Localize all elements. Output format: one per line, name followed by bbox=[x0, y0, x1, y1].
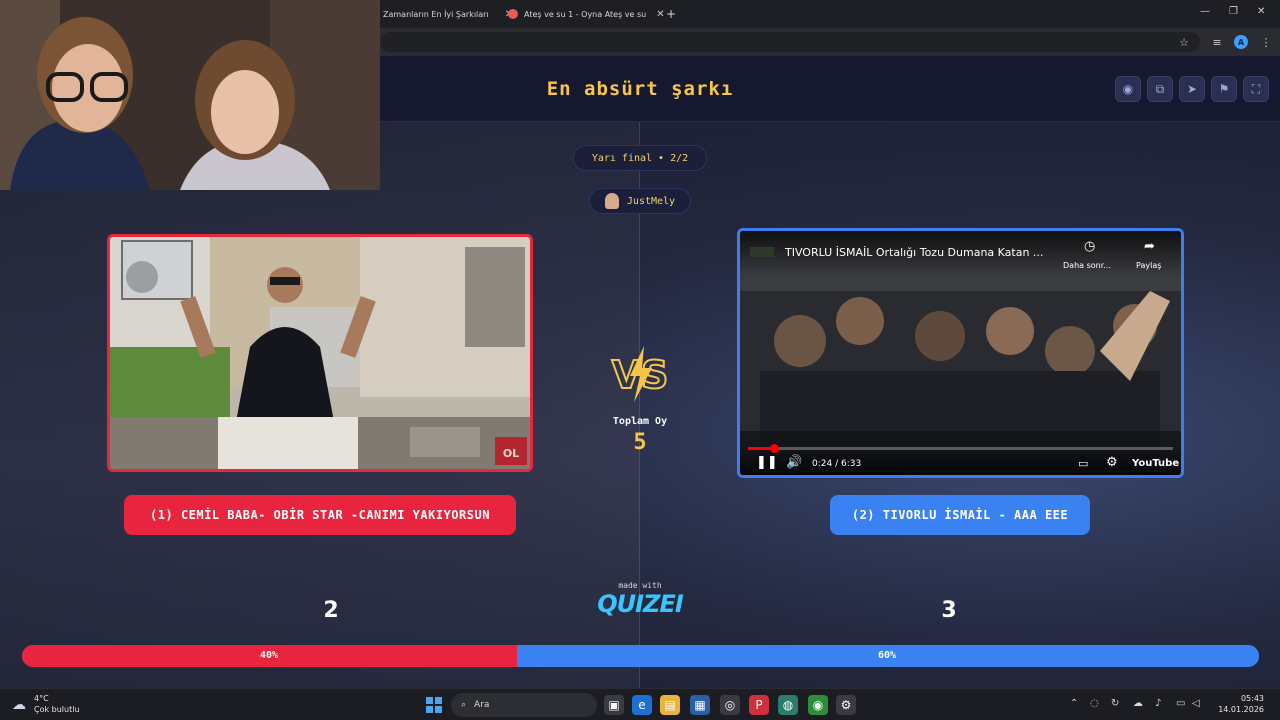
eye-icon[interactable]: ◉ bbox=[1115, 76, 1141, 102]
file-explorer-icon[interactable]: ▤ bbox=[660, 695, 680, 715]
progress-right-fill: 60% bbox=[517, 645, 1259, 667]
left-vote-count: 2 bbox=[323, 598, 339, 623]
tab-ates-ve-su[interactable]: Ateş ve su 1 - Oyna Ateş ve su ✕ bbox=[508, 4, 665, 24]
webcam-overlay bbox=[0, 0, 380, 190]
progress-left-label: 40% bbox=[260, 650, 279, 661]
tab-zamanlarin[interactable]: Zamanların En İyi Şarkıları ✕ bbox=[383, 4, 513, 24]
tab-favicon-icon bbox=[508, 9, 518, 19]
total-votes-value: 5 bbox=[633, 430, 647, 455]
choice-right-button[interactable]: (2) TIVORLU İSMAİL - AAA EEE bbox=[830, 495, 1090, 535]
lightning-vs-icon: VS bbox=[611, 346, 669, 402]
weather-temp[interactable]: 4°C bbox=[34, 694, 49, 703]
weather-cloud-icon[interactable]: ☁ bbox=[12, 697, 26, 713]
address-bar[interactable] bbox=[380, 32, 1200, 52]
youtube-player[interactable]: TIVORLU İSMAİL Ortalığı Tozu Dumana Kata… bbox=[737, 228, 1184, 478]
settings-gear-icon[interactable]: ⚙ bbox=[1106, 455, 1118, 470]
app-icon[interactable]: ◎ bbox=[720, 695, 740, 715]
task-view-icon[interactable]: ▣ bbox=[604, 695, 624, 715]
start-button[interactable] bbox=[426, 697, 442, 713]
tray-cloud-icon[interactable]: ☁ bbox=[1133, 698, 1143, 709]
window-close-icon[interactable]: ✕ bbox=[1257, 6, 1265, 17]
webcam-image bbox=[0, 0, 380, 190]
total-votes-label: Toplam Oy bbox=[612, 416, 668, 427]
seek-bar[interactable] bbox=[748, 444, 1173, 453]
made-with-label: made with bbox=[618, 581, 662, 590]
vote-progress-bar: 40% 60% bbox=[22, 645, 1259, 667]
store-icon[interactable]: ▦ bbox=[690, 695, 710, 715]
user-badge: JustMely bbox=[589, 188, 691, 214]
copy-icon[interactable]: ⧉ bbox=[1147, 76, 1173, 102]
bookmark-star-icon[interactable]: ☆ bbox=[1176, 34, 1192, 50]
menu-kebab-icon[interactable]: ⋮ bbox=[1258, 34, 1274, 50]
brand-logo[interactable]: QUIZEI bbox=[590, 590, 690, 618]
video-title[interactable]: TIVORLU İSMAİL Ortalığı Tozu Dumana Kata… bbox=[785, 246, 1043, 259]
channel-logo bbox=[750, 247, 774, 257]
flag-icon[interactable]: ⚑ bbox=[1211, 76, 1237, 102]
avatar bbox=[604, 193, 619, 209]
search-placeholder: Ara bbox=[474, 700, 490, 710]
tab-close-icon[interactable]: ✕ bbox=[656, 9, 664, 20]
clock-icon[interactable]: ◷ bbox=[1084, 239, 1095, 254]
tray-app-icon[interactable]: ◌ bbox=[1090, 698, 1099, 709]
right-vote-count: 3 bbox=[941, 598, 957, 623]
minimize-icon[interactable]: — bbox=[1200, 6, 1210, 17]
media-control-icon[interactable]: ≡ bbox=[1209, 34, 1225, 50]
progress-left-fill: 40% bbox=[22, 645, 517, 667]
clock-time[interactable]: 05:43 bbox=[1224, 694, 1264, 703]
left-watermark: OL bbox=[503, 447, 519, 460]
seek-handle[interactable] bbox=[770, 444, 779, 453]
network-icon[interactable]: ▭ bbox=[1176, 698, 1185, 709]
username: JustMely bbox=[626, 195, 676, 207]
vs-emblem: VS bbox=[600, 342, 680, 406]
settings-app-icon[interactable]: ⚙ bbox=[836, 695, 856, 715]
weather-desc[interactable]: Çok bulutlu bbox=[34, 705, 80, 714]
left-video-image: OL bbox=[110, 237, 530, 469]
round-badge: Yarı final • 2/2 bbox=[573, 145, 707, 171]
profile-avatar[interactable]: A bbox=[1234, 35, 1248, 49]
time-display: 0:24 / 6:33 bbox=[812, 459, 862, 469]
share-icon[interactable]: ➦ bbox=[1144, 239, 1155, 254]
captions-icon[interactable]: ▭ bbox=[1078, 457, 1088, 470]
search-icon: ⌕ bbox=[461, 700, 467, 710]
new-tab-button[interactable]: + bbox=[666, 4, 676, 24]
tab-label: Zamanların En İyi Şarkıları bbox=[383, 9, 489, 19]
share-label[interactable]: Paylaş bbox=[1136, 261, 1161, 270]
left-video-frame[interactable]: OL bbox=[107, 234, 533, 472]
choice-left-button[interactable]: (1) CEMİL BABA- OBİR STAR -CANIMI YAKIYO… bbox=[124, 495, 516, 535]
youtube-logo[interactable]: YouTube bbox=[1132, 458, 1179, 469]
microphone-icon[interactable]: ♪ bbox=[1155, 698, 1161, 709]
pause-icon[interactable]: ❚❚ bbox=[756, 455, 778, 470]
tray-chevron-icon[interactable]: ⌃ bbox=[1070, 698, 1078, 709]
chrome-icon[interactable]: ◉ bbox=[808, 695, 828, 715]
tab-label: Ateş ve su 1 - Oyna Ateş ve su bbox=[524, 9, 647, 19]
volume-icon[interactable]: 🔊 bbox=[786, 455, 802, 470]
clock-date[interactable]: 14.01.2026 bbox=[1210, 705, 1264, 714]
plus-icon: + bbox=[666, 7, 677, 21]
speaker-icon[interactable]: ◁ bbox=[1192, 698, 1200, 709]
send-icon[interactable]: ➤ bbox=[1179, 76, 1205, 102]
tray-sync-icon[interactable]: ↻ bbox=[1111, 698, 1119, 709]
restore-icon[interactable]: ❐ bbox=[1229, 6, 1238, 17]
fullscreen-icon[interactable]: ⛶ bbox=[1243, 76, 1269, 102]
progress-right-label: 60% bbox=[878, 650, 897, 661]
edge-icon[interactable]: e bbox=[632, 695, 652, 715]
globe-app-icon[interactable]: ◍ bbox=[778, 695, 798, 715]
pinterest-icon[interactable]: P bbox=[749, 695, 769, 715]
watch-later-label[interactable]: Daha sonr... bbox=[1063, 261, 1111, 270]
taskbar-search[interactable]: ⌕ Ara bbox=[451, 693, 597, 717]
windows-taskbar: ☁ 4°C Çok bulutlu ⌕ Ara ▣ e ▤ ▦ ◎ P ◍ ◉ … bbox=[0, 688, 1280, 720]
